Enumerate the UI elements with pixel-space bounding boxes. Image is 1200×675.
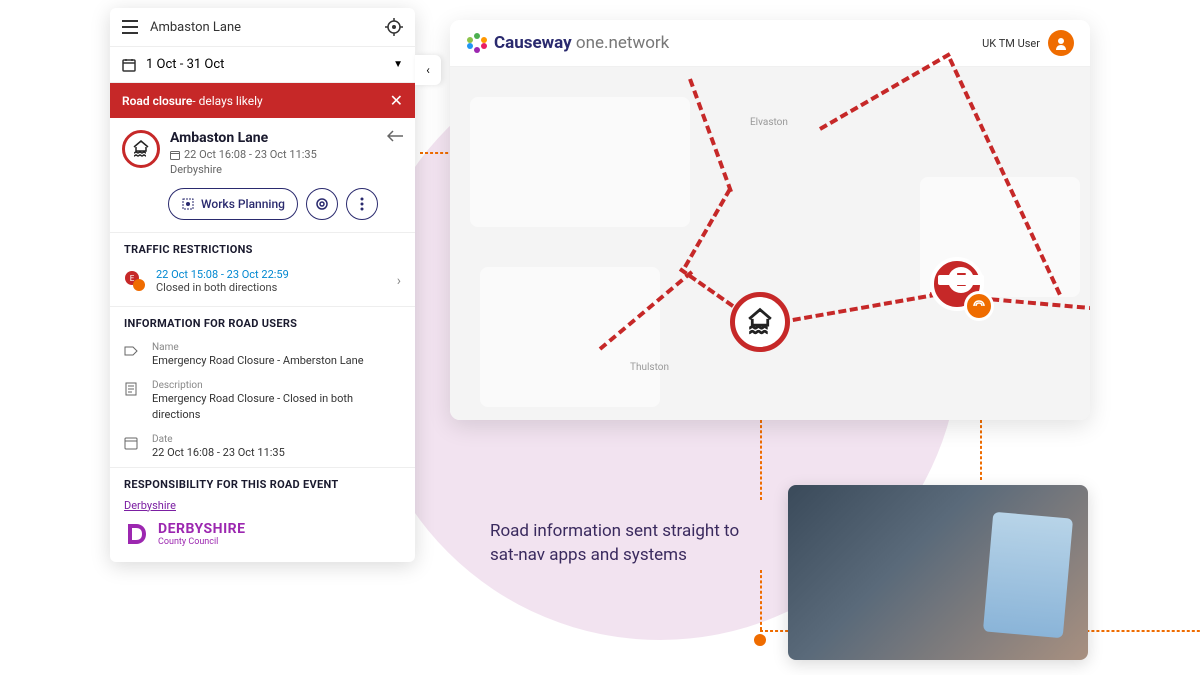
calendar-icon [170, 150, 180, 160]
council-sub: County Council [158, 537, 246, 547]
caption-text: Road information sent straight to sat-na… [490, 520, 760, 568]
brand-suffix: network [608, 33, 669, 53]
brand-name: Causeway [494, 33, 572, 53]
works-planning-button[interactable]: Works Planning [168, 188, 298, 220]
map-panel: Causeway one.network UK TM User Elvaston… [450, 20, 1090, 420]
chevron-down-icon: ▼ [393, 59, 403, 70]
works-planning-label: Works Planning [201, 197, 285, 211]
council-name: DERBYSHIRE [158, 521, 246, 537]
info-name-label: Name [152, 342, 401, 353]
svg-text:E: E [130, 274, 135, 283]
restriction-desc: Closed in both directions [156, 281, 387, 294]
detail-title: Ambaston Lane [170, 130, 377, 146]
search-input[interactable]: Ambaston Lane [150, 20, 385, 35]
document-icon [124, 382, 142, 422]
flood-icon [122, 130, 160, 168]
info-name-value: Emergency Road Closure - Amberston Lane [152, 353, 401, 368]
sidebar-panel: Ambaston Lane 1 Oct - 31 Oct ▼ Road clos… [110, 8, 415, 562]
calendar-icon [122, 58, 136, 72]
restrictions-heading: TRAFFIC RESTRICTIONS [110, 232, 415, 262]
restriction-row[interactable]: E 22 Oct 15:08 - 23 Oct 22:59 Closed in … [110, 262, 415, 306]
detail-time: 22 Oct 16:08 - 23 Oct 11:35 [184, 148, 317, 161]
target-button[interactable] [306, 188, 338, 220]
satnav-photo [788, 485, 1088, 660]
calendar-icon [124, 436, 142, 460]
info-desc-value: Emergency Road Closure - Closed in both … [152, 391, 401, 422]
alert-rest: - delays likely [192, 94, 262, 108]
chevron-right-icon: › [397, 273, 401, 289]
user-avatar-icon[interactable] [1048, 30, 1074, 56]
info-heading: INFORMATION FOR ROAD USERS [110, 306, 415, 336]
info-desc-label: Description [152, 380, 401, 391]
map-label-elvaston: Elvaston [750, 117, 788, 128]
menu-icon[interactable] [122, 20, 138, 34]
close-icon[interactable]: ✕ [390, 91, 403, 110]
collapse-sidebar-button[interactable]: ‹ [415, 55, 441, 85]
council-logo: DERBYSHIRE County Council [110, 514, 415, 562]
date-range-selector[interactable]: 1 Oct - 31 Oct ▼ [110, 47, 415, 83]
date-range-text: 1 Oct - 31 Oct [146, 57, 224, 72]
map-label-thulston: Thulston [630, 362, 669, 373]
info-date-label: Date [152, 434, 401, 445]
restriction-icon: E [124, 270, 146, 292]
restriction-time: 22 Oct 15:08 - 23 Oct 22:59 [156, 268, 387, 281]
locate-icon[interactable] [385, 18, 403, 36]
responsibility-heading: RESPONSIBILITY FOR THIS ROAD EVENT [110, 467, 415, 497]
map-marker-flood[interactable] [730, 292, 790, 352]
map-marker-emergency[interactable]: E [930, 257, 984, 311]
more-button[interactable] [346, 188, 378, 220]
info-date-value: 22 Oct 16:08 - 23 Oct 11:35 [152, 445, 401, 460]
alert-banner: Road closure - delays likely ✕ [110, 83, 415, 118]
brand-logo: Causeway one.network [466, 32, 669, 54]
back-arrow-icon[interactable] [387, 130, 403, 176]
responsibility-link[interactable]: Derbyshire [110, 497, 415, 514]
detail-location: Derbyshire [170, 163, 377, 176]
brand-product: one. [572, 33, 609, 53]
map-canvas[interactable]: Elvaston Thulston E [450, 67, 1090, 420]
alert-bold: Road closure [122, 94, 192, 108]
broadcast-icon [964, 291, 994, 321]
tag-icon [124, 344, 142, 368]
user-name: UK TM User [982, 37, 1040, 50]
